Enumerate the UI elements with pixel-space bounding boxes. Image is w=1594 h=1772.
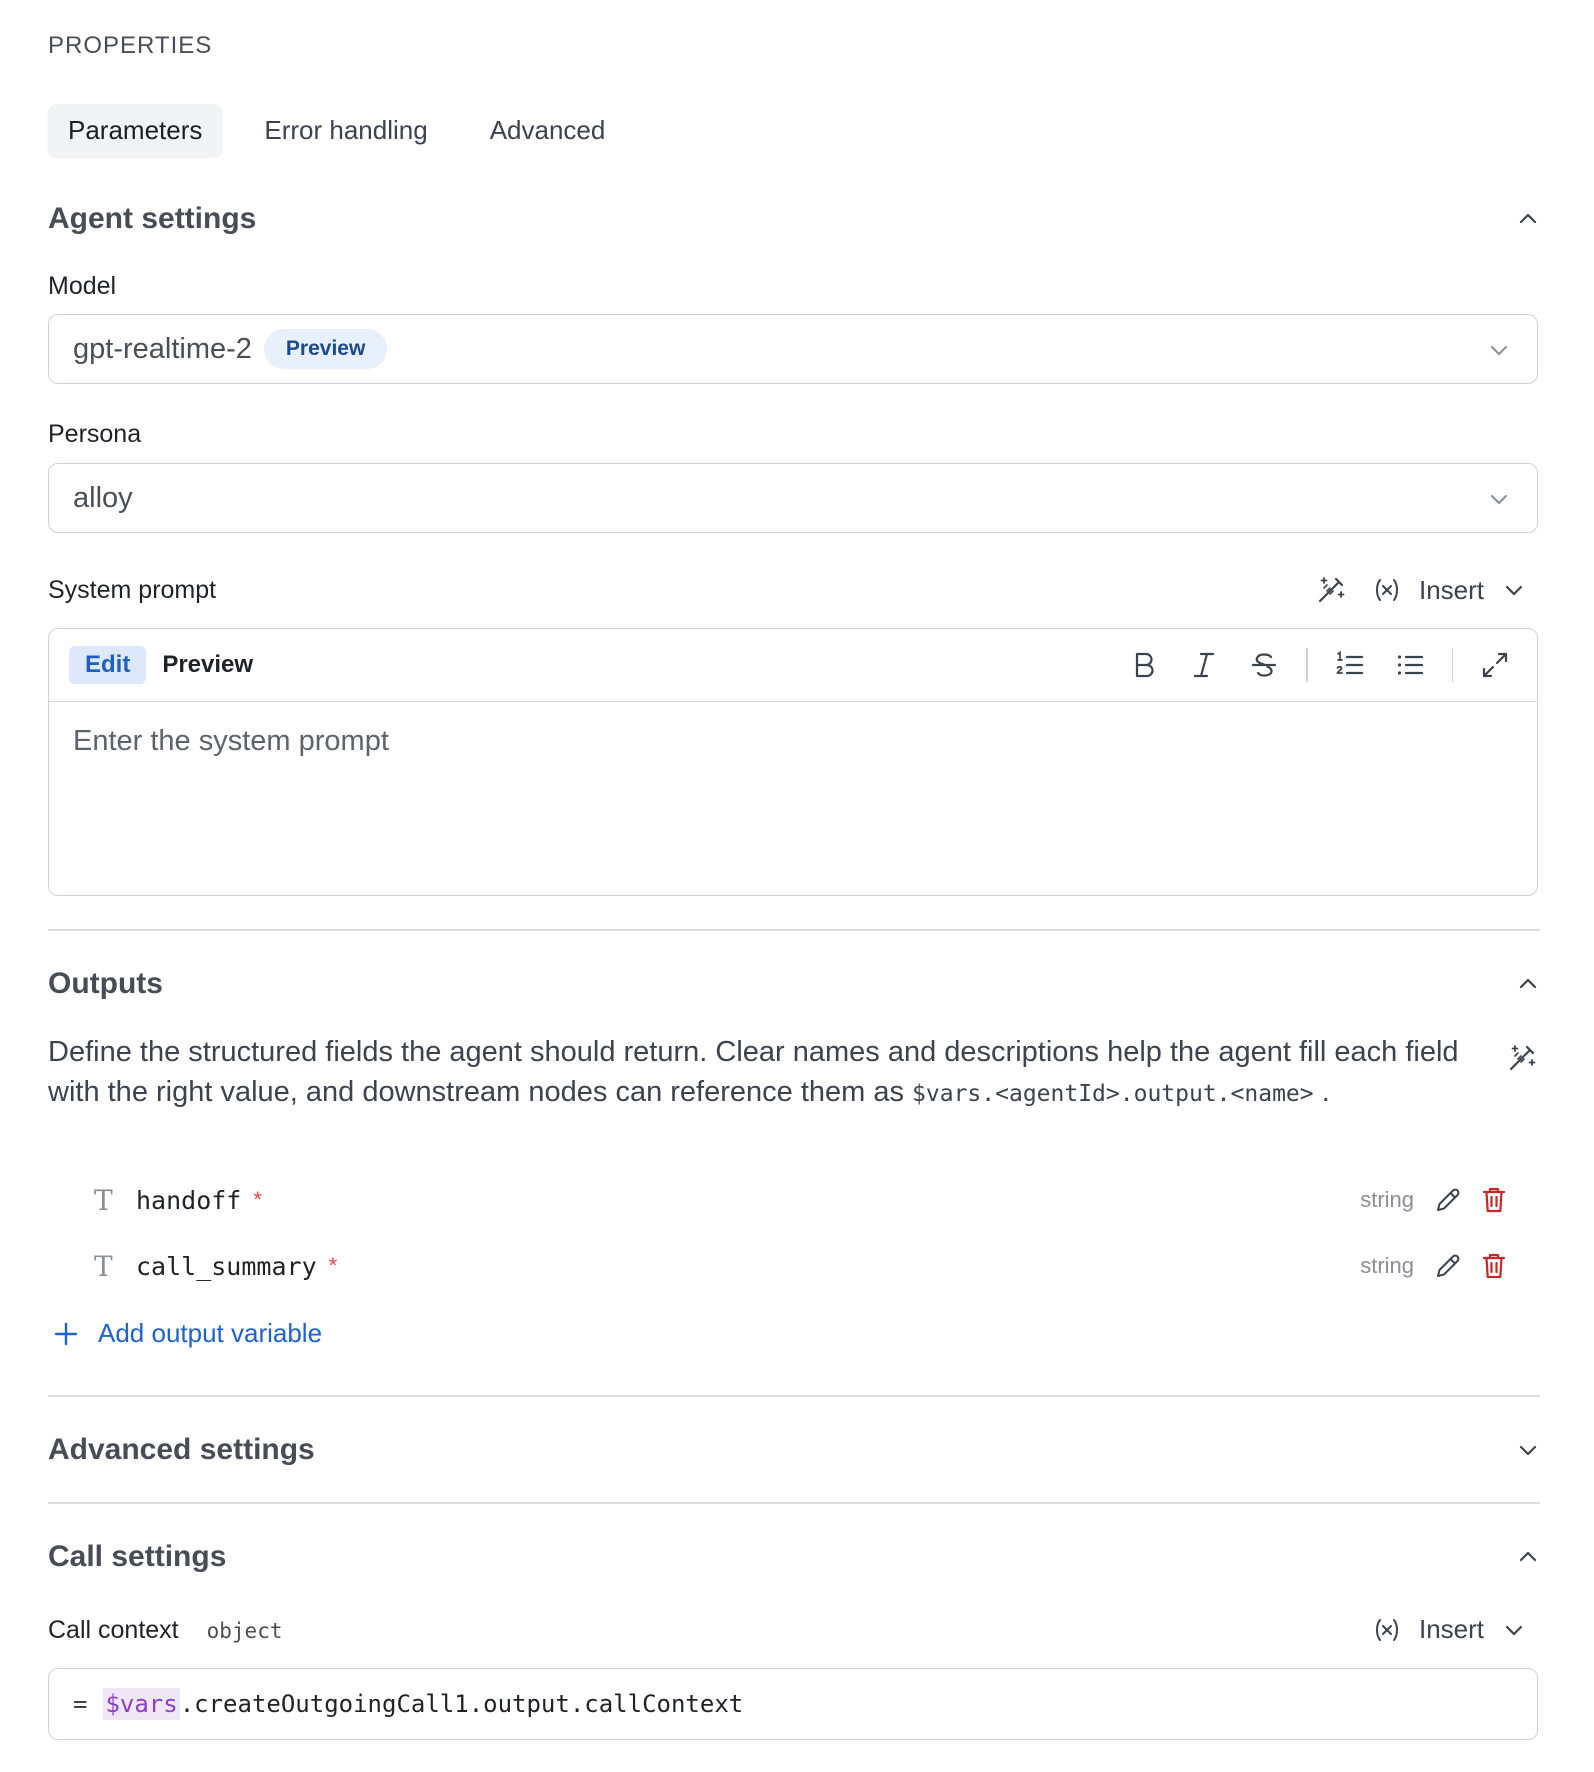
- text-type-icon: T: [94, 1249, 113, 1283]
- panel-title: PROPERTIES: [48, 32, 213, 59]
- chevron-down-icon[interactable]: [1516, 1438, 1540, 1462]
- persona-label: Persona: [48, 420, 142, 448]
- section-divider: [48, 1395, 1540, 1397]
- chevron-up-icon[interactable]: [1516, 972, 1540, 996]
- pencil-icon[interactable]: [1432, 1184, 1464, 1216]
- chevron-down-icon: [1487, 338, 1511, 362]
- outputs-title: Outputs: [48, 967, 163, 1000]
- required-marker: *: [328, 1253, 338, 1278]
- call-context-actions: Insert: [1373, 1614, 1526, 1645]
- model-label: Model: [48, 272, 117, 300]
- italic-icon[interactable]: [1186, 647, 1222, 683]
- tab-advanced[interactable]: Advanced: [470, 104, 626, 156]
- edit-mode-button[interactable]: Edit: [69, 646, 147, 684]
- system-prompt-actions: Insert: [1315, 574, 1526, 606]
- output-name: handoff: [136, 1185, 242, 1215]
- chevron-down-icon: [1487, 487, 1511, 511]
- preview-badge: Preview: [263, 329, 388, 369]
- strikethrough-icon[interactable]: [1246, 647, 1282, 683]
- call-context-label: Call context: [48, 1616, 179, 1644]
- system-prompt-editor: Edit Preview Enter the system prompt: [48, 628, 1538, 896]
- text-type-icon: T: [94, 1183, 113, 1217]
- output-reference-code: $vars.<agentId>.output.<name>: [912, 1081, 1314, 1107]
- advanced-settings-title: Advanced settings: [48, 1433, 315, 1466]
- call-settings-title: Call settings: [48, 1540, 227, 1573]
- persona-value: alloy: [73, 481, 133, 514]
- chevron-down-icon[interactable]: [1502, 1618, 1526, 1642]
- system-prompt-input[interactable]: Enter the system prompt: [73, 725, 389, 758]
- tab-parameters[interactable]: Parameters: [48, 104, 223, 156]
- call-settings-header[interactable]: Call settings: [48, 1537, 1540, 1577]
- call-context-type: object: [206, 1619, 283, 1643]
- section-divider: [48, 929, 1540, 931]
- add-output-variable-button[interactable]: Add output variable: [52, 1318, 322, 1349]
- expand-icon[interactable]: [1477, 647, 1513, 683]
- trash-icon[interactable]: [1478, 1250, 1510, 1282]
- variable-icon[interactable]: [1373, 576, 1401, 604]
- expression-path: .createOutgoingCall1.output.callContext: [179, 1690, 744, 1718]
- preview-mode-button[interactable]: Preview: [146, 646, 269, 684]
- insert-button[interactable]: Insert: [1419, 575, 1484, 606]
- bullet-list-icon[interactable]: [1392, 647, 1428, 683]
- toolbar-divider: [1306, 648, 1308, 682]
- output-type: string: [1360, 1253, 1414, 1278]
- expression-equals: =: [73, 1690, 88, 1718]
- outputs-description: Define the structured fields the agent s…: [48, 1032, 1468, 1114]
- model-select[interactable]: gpt-realtime-2 Preview: [48, 314, 1538, 384]
- tab-error-handling[interactable]: Error handling: [244, 104, 447, 156]
- tab-bar: Parameters Error handling Advanced: [48, 104, 625, 156]
- outputs-header[interactable]: Outputs: [48, 964, 1540, 1004]
- chevron-up-icon[interactable]: [1516, 207, 1540, 231]
- advanced-settings-header[interactable]: Advanced settings: [48, 1430, 1540, 1470]
- magic-wand-icon[interactable]: [1504, 1040, 1540, 1076]
- editor-toolbar: Edit Preview: [49, 629, 1537, 702]
- section-divider: [48, 1502, 1540, 1504]
- trash-icon[interactable]: [1478, 1184, 1510, 1216]
- system-prompt-label: System prompt: [48, 576, 217, 604]
- insert-button[interactable]: Insert: [1419, 1614, 1484, 1645]
- persona-select[interactable]: alloy: [48, 463, 1538, 533]
- ordered-list-icon[interactable]: [1332, 647, 1368, 683]
- output-item: T handoff * string: [94, 1180, 1514, 1220]
- add-output-variable-label: Add output variable: [98, 1318, 323, 1348]
- model-value: gpt-realtime-2: [73, 332, 252, 365]
- output-name: call_summary: [136, 1251, 317, 1281]
- pencil-icon[interactable]: [1432, 1250, 1464, 1282]
- agent-settings-title: Agent settings: [48, 202, 257, 235]
- description-suffix: .: [1321, 1076, 1330, 1108]
- magic-wand-icon[interactable]: [1315, 574, 1347, 606]
- call-context-label-row: Call context object: [48, 1616, 282, 1645]
- output-item: T call_summary * string: [94, 1246, 1514, 1286]
- variable-icon[interactable]: [1373, 1616, 1401, 1644]
- toolbar-divider: [1451, 648, 1453, 682]
- call-context-expression-input[interactable]: = $vars .createOutgoingCall1.output.call…: [48, 1668, 1538, 1740]
- output-type: string: [1360, 1187, 1414, 1212]
- required-marker: *: [253, 1187, 262, 1212]
- chevron-down-icon[interactable]: [1502, 578, 1526, 602]
- chevron-up-icon[interactable]: [1516, 1545, 1540, 1569]
- format-toolbar: [1102, 647, 1513, 683]
- plus-icon: [52, 1320, 80, 1348]
- bold-icon[interactable]: [1126, 647, 1162, 683]
- vars-token: $vars: [103, 1688, 180, 1720]
- agent-settings-header[interactable]: Agent settings: [48, 199, 1540, 239]
